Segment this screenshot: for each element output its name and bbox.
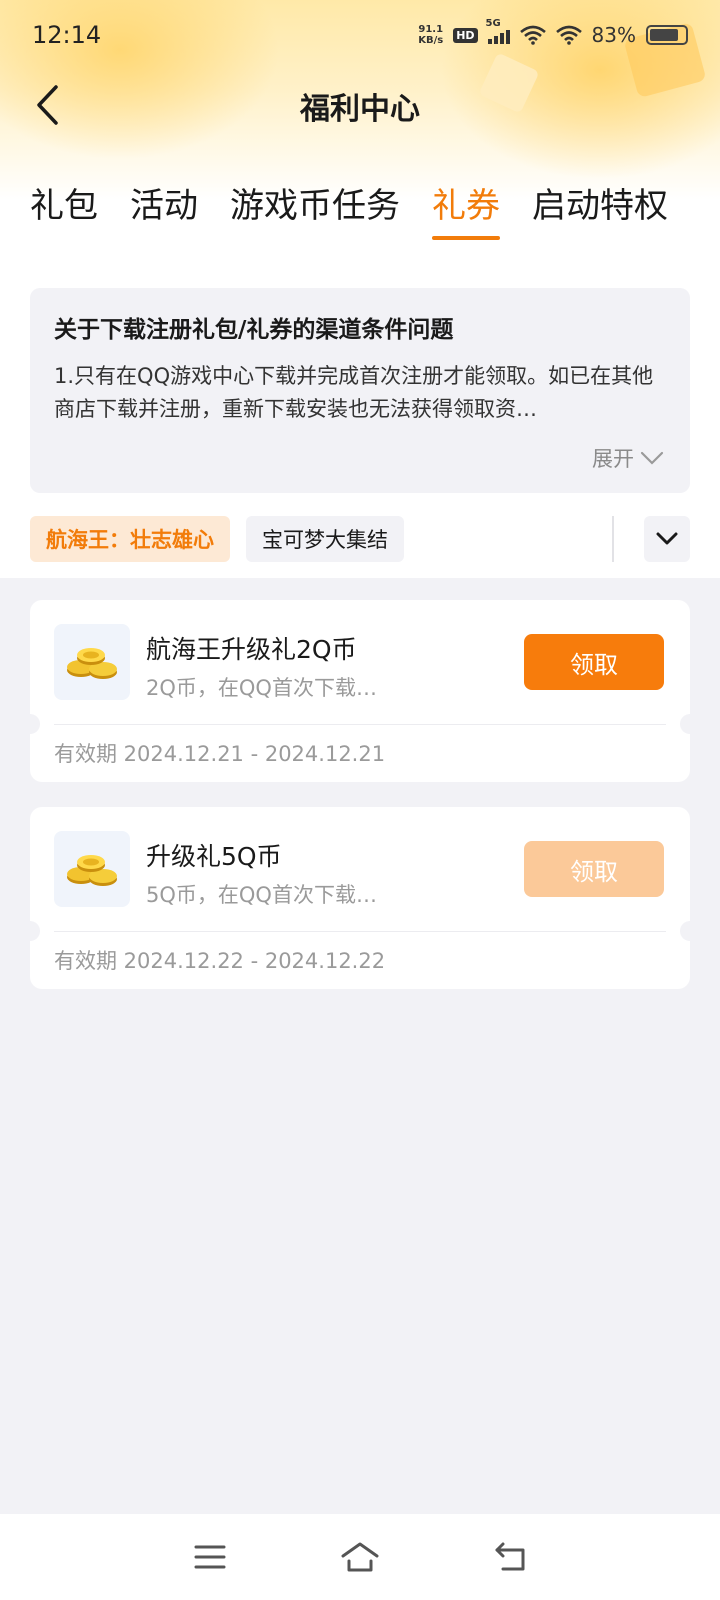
coupon-validity: 有效期 2024.12.21 - 2024.12.21 <box>54 742 386 766</box>
home-button[interactable] <box>338 1535 382 1579</box>
coupon-card: 升级礼5Q币 5Q币，在QQ首次下载且注册，1… 领取 有效期 2024.12.… <box>20 807 700 989</box>
card-notch-left <box>20 921 40 941</box>
tab-bar: 礼包 活动 游戏币任务 礼券 启动特权 <box>30 184 668 248</box>
network-speed-unit: KB/s <box>418 35 444 46</box>
coupon-validity: 有效期 2024.12.22 - 2024.12.22 <box>54 949 386 973</box>
coupon-title: 升级礼5Q币 <box>146 842 282 871</box>
battery-icon <box>646 25 688 45</box>
menu-icon <box>194 1545 226 1569</box>
tab-gift-pack[interactable]: 礼包 <box>30 184 98 244</box>
signal-label: 5G <box>485 18 501 29</box>
tab-activity[interactable]: 活动 <box>130 184 198 244</box>
tab-coupons[interactable]: 礼券 <box>432 184 500 244</box>
page-title: 福利中心 <box>300 92 420 127</box>
notice-title: 关于下载注册礼包/礼券的渠道条件问题 <box>54 317 454 343</box>
coupon-image <box>54 624 130 700</box>
card-separator <box>54 931 666 932</box>
wifi-icon-secondary <box>555 25 582 45</box>
coupon-image <box>54 831 130 907</box>
card-notch-right <box>680 921 700 941</box>
gold-coins-icon <box>67 648 117 679</box>
claim-button-disabled[interactable]: 领取 <box>524 841 664 897</box>
tab-coin-tasks[interactable]: 游戏币任务 <box>230 184 400 244</box>
chevron-down-icon <box>656 532 678 545</box>
nav-bar: 福利中心 <box>0 72 720 138</box>
home-icon <box>341 1542 379 1572</box>
filter-chip-one-piece[interactable]: 航海王：壮志雄心 <box>30 516 230 562</box>
card-separator <box>54 724 666 725</box>
chevron-down-icon <box>640 451 664 465</box>
coupon-card: 航海王升级礼2Q币 2Q币，在QQ首次下载且注册，1… 领取 有效期 2024.… <box>20 600 700 782</box>
status-bar: 12:14 91.1 KB/s HD 5G 83% <box>0 0 720 70</box>
claim-button[interactable]: 领取 <box>524 634 664 690</box>
battery-percent: 83% <box>591 23 636 47</box>
cellular-signal-icon: 5G <box>486 18 510 44</box>
filter-chip-pokemon-unite[interactable]: 宝可梦大集结 <box>246 516 404 562</box>
coupon-description: 5Q币，在QQ首次下载且注册，1… <box>146 883 396 907</box>
back-system-button[interactable] <box>488 1535 532 1579</box>
menu-button[interactable] <box>188 1535 232 1579</box>
filter-dropdown-button[interactable] <box>644 516 690 562</box>
network-speed-value: 91.1 <box>418 24 444 35</box>
network-speed: 91.1 KB/s <box>418 24 443 46</box>
battery-fill <box>650 29 679 41</box>
card-notch-right <box>680 714 700 734</box>
notice-text: 1.只有在QQ游戏中心下载并完成首次注册才能领取。如已在其他商店下载并注册，重新… <box>54 364 654 421</box>
game-filter-bar: 航海王：壮志雄心 宝可梦大集结 <box>30 516 690 562</box>
notice-expand-label: 展开 <box>592 447 634 471</box>
status-icons: 91.1 KB/s HD 5G 83% <box>418 18 688 47</box>
status-time: 12:14 <box>32 21 102 49</box>
wifi-icon <box>519 25 546 45</box>
coupon-title: 航海王升级礼2Q币 <box>146 635 357 664</box>
return-icon <box>495 1542 525 1571</box>
system-nav-bar <box>0 1514 720 1600</box>
tab-launch-privilege[interactable]: 启动特权 <box>532 184 668 244</box>
gold-coins-icon <box>67 855 117 886</box>
notice-expand-button[interactable]: 展开 <box>592 443 664 473</box>
filter-divider <box>612 516 614 562</box>
coupon-description: 2Q币，在QQ首次下载且注册，1… <box>146 676 396 700</box>
notice-box: 关于下载注册礼包/礼券的渠道条件问题 1.只有在QQ游戏中心下载并完成首次注册才… <box>30 288 690 493</box>
card-notch-left <box>20 714 40 734</box>
hd-badge: HD <box>453 27 478 43</box>
